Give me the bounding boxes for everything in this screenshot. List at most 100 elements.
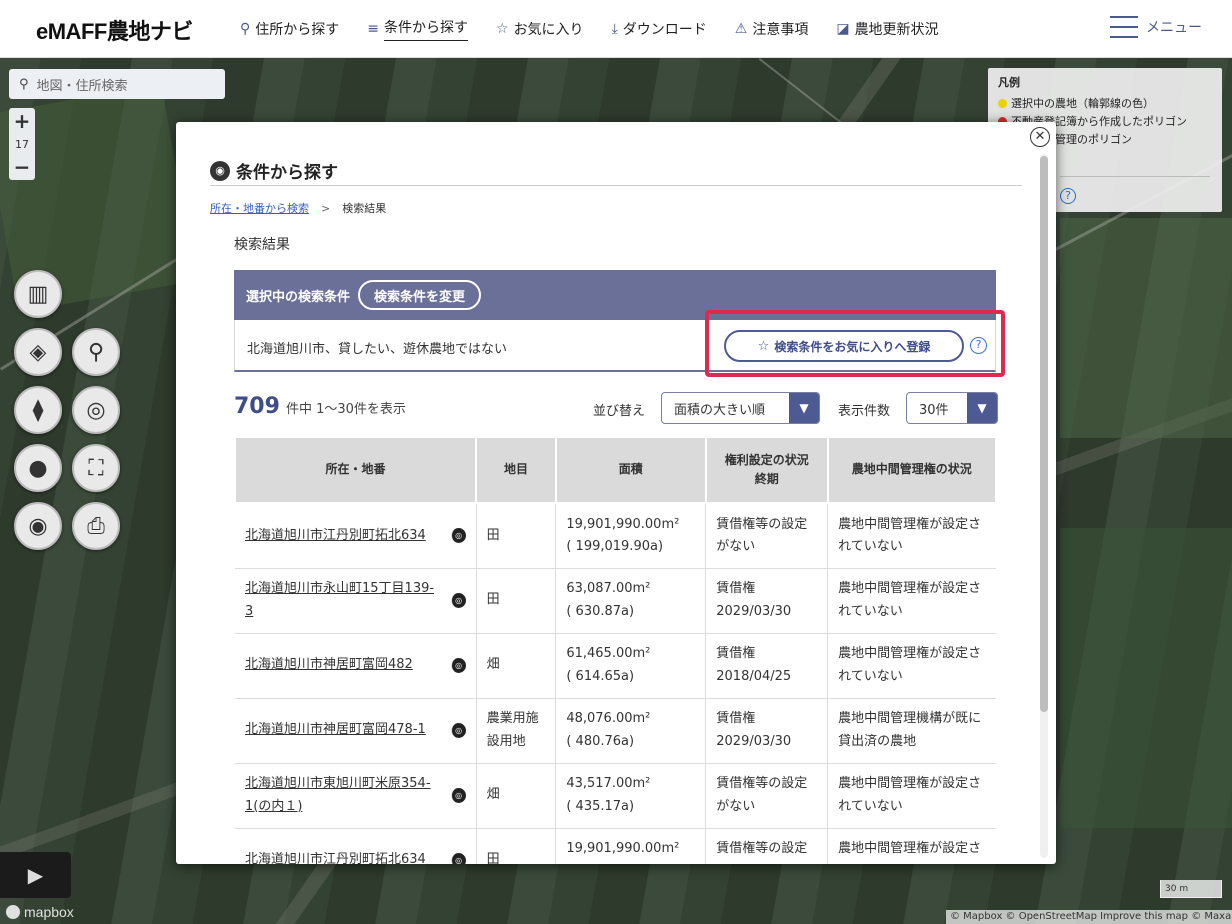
- sort-label: 並び替え: [593, 404, 646, 419]
- modal-close-button[interactable]: ✕: [1030, 127, 1050, 147]
- search-icon: ⚲: [19, 76, 29, 92]
- app-logo[interactable]: eMAFF農地ナビ: [36, 14, 193, 46]
- map-pin-icon[interactable]: ◎: [450, 528, 466, 544]
- table-row: 北海道旭川市神居町富岡478-1 ◎ 農業用施設用地 48,076.00m² ( 48…: [235, 698, 996, 764]
- legend-item: 選択中の農地（輪郭線の色）: [998, 95, 1212, 111]
- conditions-text: 北海道旭川市、貸したい、遊休農地ではない: [247, 342, 508, 357]
- save-favorite-label: 検索条件をお気に入りへ登録: [774, 339, 931, 354]
- management-cell: 農地中間管理権が設定されていない: [827, 633, 996, 699]
- location-link[interactable]: 北海道旭川市神居町富岡478-1: [245, 719, 426, 741]
- per-page-label: 表示件数: [838, 404, 891, 419]
- nav-item-5[interactable]: ◪ 農地更新状況: [836, 17, 938, 41]
- table-row: 北海道旭川市東旭川町米原354-1(の内１) ◎ 畑 43,517.00m² ( 43…: [235, 763, 996, 829]
- chevron-down-icon: ▼: [967, 393, 997, 423]
- visibility-button[interactable]: ◉: [14, 502, 62, 550]
- per-page-select[interactable]: 30件 ▼: [906, 392, 998, 424]
- map-pin-icon[interactable]: ◎: [450, 788, 466, 803]
- zoom-in-button[interactable]: +: [14, 110, 31, 132]
- column-header: 面積: [554, 436, 707, 504]
- management-cell: 農地中間管理権が設定されていない: [827, 568, 996, 634]
- area-cell: 19,901,990.00m² ( 199,019.90a): [555, 503, 707, 569]
- location-link[interactable]: 北海道旭川市東旭川町米原354-1(の内１): [245, 773, 435, 817]
- location-link[interactable]: 北海道旭川市江丹別町拓北634: [245, 849, 426, 864]
- results-heading: 検索結果: [234, 237, 290, 253]
- play-icon: ▶: [27, 863, 44, 887]
- map-icon: ▥: [27, 281, 49, 307]
- rights-cell: 賃借権等の設定がない: [705, 503, 829, 569]
- rights-cell: 賃借権等の設定がない: [705, 763, 829, 829]
- mapbox-logo[interactable]: mapbox: [6, 904, 74, 920]
- legend-help-icon[interactable]: ?: [1060, 188, 1076, 204]
- area-cell: 63,087.00m² ( 630.87a): [555, 568, 707, 634]
- route-pin-button[interactable]: ⚲: [72, 328, 120, 376]
- management-cell: 農地中間管理権が設定されていない: [827, 828, 996, 864]
- nav-item-0[interactable]: ⚲ 住所から探す: [240, 17, 339, 41]
- map-pin-icon[interactable]: ◎: [450, 723, 466, 738]
- map-pin-icon[interactable]: ◎: [450, 658, 466, 673]
- fullscreen-button[interactable]: ⛶: [72, 444, 120, 492]
- zoom-out-button[interactable]: −: [14, 156, 31, 178]
- route-pin-icon: ⚲: [87, 339, 105, 365]
- eye-icon: ◉: [28, 513, 48, 539]
- rights-cell: 賃借権 2029/03/30: [705, 568, 829, 634]
- menu-button[interactable]: メニュー: [1110, 16, 1202, 38]
- compass-button[interactable]: ⧫: [14, 386, 62, 434]
- change-conditions-button[interactable]: 検索条件を変更: [358, 280, 482, 310]
- table-header-row: 所在・地番 地目 面積 権利設定の状況 終期 農地中間管理権の状況: [233, 436, 998, 504]
- main-nav: ⚲ 住所から探す ≡ 条件から探す ☆ お気に入り ⤓ ダウンロード ⚠ 注意事項 ◪ 農地更新状況: [240, 17, 967, 41]
- location-link[interactable]: 北海道旭川市神居町富岡482: [245, 654, 413, 676]
- save-favorite-button[interactable]: ☆ 検索条件をお気に入りへ登録: [724, 330, 964, 362]
- compass-icon: ⧫: [32, 397, 44, 423]
- breadcrumb-link[interactable]: 所在・地番から検索: [210, 200, 309, 216]
- map-search-placeholder: 地図・住所検索: [36, 78, 128, 94]
- map-attribution[interactable]: © Mapbox © OpenStreetMap Improve this ma…: [946, 910, 1232, 924]
- result-count: 709 件中 1～30件を表示: [234, 394, 406, 419]
- per-page-value: 30件: [919, 402, 949, 418]
- area-cell: 61,465.00m² ( 614.65a): [555, 633, 707, 699]
- layers-button[interactable]: ◈: [14, 328, 62, 376]
- modal-title-text: 条件から探す: [236, 163, 338, 183]
- print-button[interactable]: ⎙: [72, 502, 120, 550]
- location-cell: 北海道旭川市神居町富岡482 ◎: [235, 633, 477, 699]
- marker-button[interactable]: ●: [14, 444, 62, 492]
- mapbox-label: mapbox: [24, 904, 74, 920]
- nav-item-label: 農地更新状況: [854, 22, 939, 38]
- hamburger-icon: [1110, 16, 1138, 38]
- current-location-button[interactable]: ◎: [72, 386, 120, 434]
- help-icon[interactable]: ?: [970, 337, 987, 354]
- map-pin-icon[interactable]: ◎: [450, 593, 466, 608]
- map-style-button[interactable]: ▥: [14, 270, 62, 318]
- nav-item-2[interactable]: ☆ お気に入り: [496, 17, 584, 41]
- land-type-cell: 畑: [475, 763, 557, 829]
- sort-select[interactable]: 面積の大きい順 ▼: [661, 392, 820, 424]
- location-cell: 北海道旭川市江丹別町拓北634 ◎: [235, 503, 477, 569]
- top-navigation: eMAFF農地ナビ ⚲ 住所から探す ≡ 条件から探す ☆ お気に入り ⤓ ダウンロード ⚠ 注意…: [0, 0, 1232, 58]
- nav-item-label: お気に入り: [513, 22, 584, 38]
- area-cell: 48,076.00m² ( 480.76a): [555, 698, 707, 764]
- land-type-cell: 畑: [475, 633, 557, 699]
- column-header: 地目: [475, 436, 557, 504]
- nav-item-1[interactable]: ≡ 条件から探す: [367, 17, 468, 41]
- map-pin-icon[interactable]: ◎: [450, 853, 466, 864]
- nav-item-label: 条件から探す: [384, 17, 468, 41]
- location-link[interactable]: 北海道旭川市永山町15丁目139-3: [245, 578, 435, 622]
- star-icon: ☆: [496, 21, 509, 37]
- map-search-input[interactable]: ⚲ 地図・住所検索: [9, 69, 225, 99]
- modal-scroll-thumb[interactable]: [1040, 156, 1048, 712]
- filter-search-icon: ≡: [367, 21, 379, 37]
- location-cell: 北海道旭川市東旭川町米原354-1(の内１) ◎: [235, 763, 477, 829]
- modal-title: ◉ 条件から探す: [210, 158, 338, 183]
- map-scale: 30 m: [1160, 880, 1222, 898]
- nav-item-4[interactable]: ⚠ 注意事項: [735, 17, 809, 41]
- conditions-label: 選択中の検索条件: [246, 289, 351, 305]
- land-type-cell: 田: [475, 568, 557, 634]
- menu-label: メニュー: [1146, 20, 1202, 36]
- nav-item-3[interactable]: ⤓ ダウンロード: [612, 17, 707, 41]
- location-icon: ⚲: [240, 21, 251, 37]
- sort-value: 面積の大きい順: [674, 402, 766, 418]
- search-conditions-icon: ◉: [210, 160, 230, 181]
- location-cell: 北海道旭川市神居町富岡478-1 ◎: [235, 698, 477, 764]
- play-button[interactable]: ▶: [0, 852, 71, 898]
- location-link[interactable]: 北海道旭川市江丹別町拓北634: [245, 525, 426, 547]
- printer-icon: ⎙: [87, 513, 105, 539]
